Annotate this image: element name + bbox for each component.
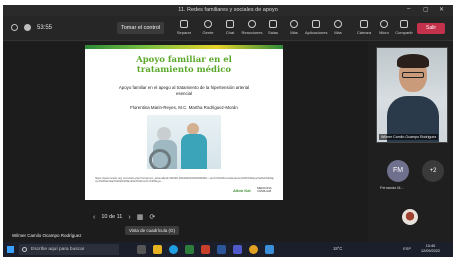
clock-date: 12/09/2022 [421, 249, 441, 253]
powerpoint-icon[interactable] [201, 245, 210, 254]
share-label: Compartir [395, 30, 413, 35]
share-icon [400, 20, 408, 28]
close-icon[interactable]: ✕ [439, 6, 444, 13]
meeting-status: 53:55 [11, 24, 52, 31]
pop-out-label: Separar [176, 30, 192, 35]
chat-button[interactable]: Chat [219, 20, 241, 35]
more-button[interactable]: Más [327, 20, 349, 35]
input-language[interactable]: ESP [403, 246, 411, 251]
people-label: Gente [202, 30, 214, 35]
store-icon[interactable] [265, 245, 274, 254]
taskbar-search-placeholder: Escribe aquí para buscar [31, 247, 85, 252]
participant-hair [397, 54, 429, 68]
slide-photo [147, 115, 221, 169]
minimize-icon[interactable]: – [407, 6, 410, 12]
people-button[interactable]: Gente [197, 20, 219, 35]
caregiver-body [181, 134, 207, 169]
more-label: Más [334, 30, 342, 35]
camera-label: Cámara [356, 30, 372, 35]
reactions-button[interactable]: Reacciones [241, 20, 263, 35]
participant-name-fm: Fernando M... [380, 186, 404, 190]
take-control-button[interactable]: Tomar el control [117, 22, 165, 34]
elderly-head [157, 127, 171, 141]
more-icon [290, 20, 298, 28]
title-bar: 11. Redes familiares y sociales de apoyo… [3, 5, 453, 16]
more-actions-button[interactable]: Más [283, 20, 305, 35]
task-view-icon[interactable] [137, 245, 146, 254]
rooms-icon [269, 20, 277, 28]
slide-reference-link[interactable]: https://www.scielo.org.mx/scielo.php?scr… [95, 176, 275, 184]
more-actions-label: Más [290, 30, 298, 35]
sync-icon[interactable]: ⟳ [149, 213, 155, 221]
apps-label: Aplicaciones [305, 30, 328, 35]
slide-subtitle: Apoyo familiar en el apego al tratamient… [118, 85, 250, 96]
rooms-button[interactable]: Salas [262, 20, 284, 35]
slide-counter: 10 de 11 [101, 214, 123, 220]
grid-view-tooltip: Vista de cuadrícula (G) [125, 226, 179, 235]
meeting-timer: 53:55 [37, 24, 53, 31]
prev-slide-icon[interactable]: ‹ [93, 214, 95, 221]
reactions-label: Reacciones [241, 30, 263, 35]
presentation-slide: Apoyo familiar en el tratamiento médico … [85, 45, 283, 200]
participant-video-label: Wilmer Camilo Ocampo Rodriguez [379, 134, 439, 140]
wheelchair-wheel [149, 149, 171, 169]
teams-icon[interactable] [233, 245, 242, 254]
people-icon [204, 20, 212, 28]
grid-view-icon[interactable]: ▦ [137, 213, 144, 221]
window-title: 11. Redes familiares y sociales de apoyo [178, 7, 278, 13]
next-slide-icon[interactable]: › [128, 214, 130, 221]
participant-avatar-fm[interactable]: FM [387, 160, 409, 182]
department-logo: MEDICINA FAMILIAR [257, 186, 272, 194]
weather-temperature[interactable]: 18°C [333, 246, 342, 251]
chat-label: Chat [225, 30, 235, 35]
slide-title: Apoyo familiar en el tratamiento médico [136, 55, 232, 75]
slide-navigation: ‹ 10 de 11 › ▦ ⟳ [93, 213, 155, 222]
leave-button[interactable]: Salir [417, 23, 445, 34]
participant-glasses [402, 72, 424, 78]
mic-icon [380, 20, 388, 28]
windows-taskbar: Escribe aquí para buscar 18°C ESP 10:40 … [3, 242, 453, 257]
chat-icon [226, 20, 234, 28]
maximize-icon[interactable]: ▢ [423, 6, 429, 13]
presenter-name: Wilmer Camilo Ocampo Rodríguez [12, 233, 82, 238]
apps-icon [312, 20, 320, 28]
camera-button[interactable]: Cámara [353, 20, 375, 35]
windows-start-icon[interactable] [7, 246, 14, 253]
mic-button[interactable]: Micro [373, 20, 395, 35]
shared-content-stage: Apoyo familiar en el tratamiento médico … [3, 42, 368, 242]
teams-window: 11. Redes familiares y sociales de apoyo… [3, 5, 453, 257]
more-participants-button[interactable]: +2 [422, 160, 444, 182]
participant-avatar-photo[interactable] [402, 209, 418, 225]
rooms-label: Salas [267, 30, 278, 35]
institution-logo: Alton Kal [233, 188, 251, 193]
slide-header-bar [85, 45, 283, 49]
word-icon[interactable] [217, 245, 226, 254]
search-icon [22, 247, 27, 252]
mic-label: Micro [379, 30, 389, 35]
pop-out-icon [180, 20, 188, 28]
status-ring-icon [11, 24, 18, 31]
share-button[interactable]: Compartir [393, 20, 415, 35]
reactions-icon [248, 20, 256, 28]
file-explorer-icon[interactable] [153, 245, 162, 254]
ellipsis-icon [334, 20, 342, 28]
participants-panel: Wilmer Camilo Ocampo Rodriguez FM Fernan… [368, 42, 453, 242]
slide-authors: Florentina Marin-Reyes, M.C. Martha Rodr… [130, 105, 238, 110]
participant-video[interactable]: Wilmer Camilo Ocampo Rodriguez [376, 47, 448, 143]
chrome-icon[interactable] [249, 245, 258, 254]
record-icon [24, 24, 31, 31]
pop-out-button[interactable]: Separar [173, 20, 195, 35]
edge-icon[interactable] [169, 245, 178, 254]
meeting-toolbar: 53:55 Tomar el control Separar Gente Cha… [3, 16, 453, 41]
system-clock[interactable]: 10:40 12/09/2022 [421, 244, 440, 254]
excel-icon[interactable] [185, 245, 194, 254]
taskbar-search-box[interactable]: Escribe aquí para buscar [19, 244, 119, 255]
camera-icon [360, 20, 368, 28]
apps-button[interactable]: Aplicaciones [305, 20, 327, 35]
